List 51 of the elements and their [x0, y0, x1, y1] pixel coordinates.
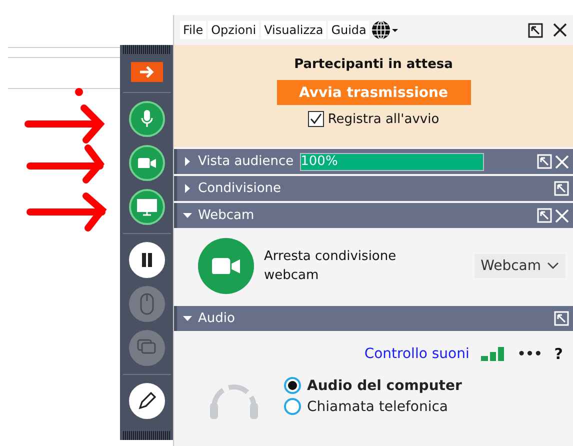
record-checkbox[interactable]: [308, 111, 324, 127]
sound-check-link[interactable]: Controllo suoni: [364, 346, 470, 362]
grip-handle[interactable]: [122, 45, 170, 54]
radio-button[interactable]: [284, 398, 301, 415]
option-label: Chiamata telefonica: [307, 398, 448, 414]
grip-handle[interactable]: [122, 431, 170, 440]
option-label: Audio del computer: [307, 378, 462, 394]
pencil-icon: [136, 391, 156, 411]
waiting-title: Partecipanti in attesa: [294, 57, 453, 72]
video-camera-icon: [212, 258, 240, 274]
monitor-button[interactable]: [128, 189, 164, 225]
pencil-button[interactable]: [128, 383, 164, 419]
caret-down-icon[interactable]: [183, 314, 192, 323]
section-title: Condivisione: [198, 181, 282, 196]
mouse-icon: [140, 293, 154, 315]
section-title: Audio: [198, 311, 235, 326]
help-button[interactable]: ?: [554, 345, 563, 363]
section-header[interactable]: Webcam: [174, 203, 573, 228]
section-header[interactable]: Vista audience 100%: [174, 149, 573, 174]
more-menu[interactable]: •••: [517, 346, 542, 362]
video-camera-icon: [138, 158, 156, 168]
menu-item[interactable]: Opzioni: [208, 21, 260, 39]
section-title: Webcam: [198, 208, 254, 223]
webcam-dropdown[interactable]: Webcam: [474, 254, 565, 278]
pause-button[interactable]: [128, 242, 164, 278]
forward-button[interactable]: [130, 62, 162, 82]
progress-reading: 100%: [300, 154, 338, 169]
monitor-icon: [136, 198, 156, 216]
caret-down-icon[interactable]: [183, 211, 192, 220]
close-icon[interactable]: [553, 23, 567, 37]
caret-right-icon[interactable]: [183, 184, 192, 193]
section-title: Vista audience: [198, 154, 294, 169]
radio-button[interactable]: [284, 377, 301, 394]
pause-icon: [140, 253, 152, 267]
screens-icon: [136, 339, 156, 357]
section-header[interactable]: Condivisione: [174, 176, 573, 201]
stop-webcam-text: Arresta condivisione webcam: [264, 248, 398, 285]
menu-item[interactable]: File: [180, 21, 206, 39]
signal-bars-icon: [481, 347, 506, 361]
camera-button[interactable]: [128, 145, 164, 181]
record-label: Registra all'avvio: [328, 112, 440, 126]
restore-icon[interactable]: [528, 22, 543, 38]
arrow-right-icon: [138, 65, 154, 79]
chevron-down-icon: [547, 262, 559, 270]
microphone-button[interactable]: [128, 101, 164, 137]
menu-item[interactable]: Guida: [328, 21, 370, 39]
menu-item[interactable]: Visualizza: [261, 21, 326, 39]
microphone-icon: [140, 110, 152, 128]
caret-right-icon[interactable]: [183, 157, 192, 166]
globe-icon[interactable]: [371, 20, 400, 40]
section-header[interactable]: Audio: [174, 306, 573, 331]
